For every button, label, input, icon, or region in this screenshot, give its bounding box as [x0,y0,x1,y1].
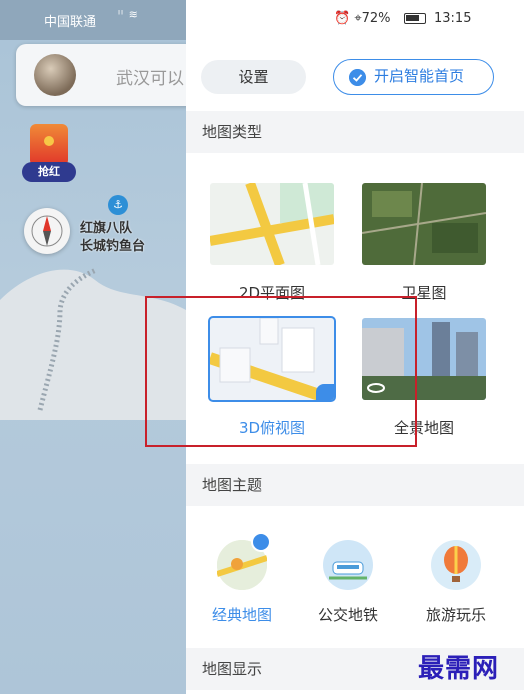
map-type-2d[interactable]: 2D平面图 [210,183,334,303]
poi-line-1: 红旗八队 [80,221,133,236]
red-packet-icon [30,124,68,166]
alarm-location-icons: ⏰ ⌖72% [334,11,391,26]
theme-travel-label: 旅游玩乐 [425,606,486,624]
map-type-2d-label: 2D平面图 [238,284,306,302]
theme-classic-label: 经典地图 [211,606,272,624]
theme-transit-label: 公交地铁 [317,606,378,624]
poi-line-2: 长城钓鱼台 [80,239,146,254]
compass-icon [31,215,63,247]
watermark: 最需网 [418,654,500,684]
map-type-satellite-label: 卫星图 [401,284,447,302]
map-type-3d-label: 3D俯视图 [238,419,306,437]
battery-percent: 72% [361,11,391,26]
satellite-thumbnail [362,183,486,265]
map-type-3d[interactable]: 3D俯视图 [208,316,336,438]
theme-selected-check-icon [251,532,271,552]
panorama-thumbnail [362,318,486,400]
carrier-name: 中国联通 [44,15,97,30]
red-packet-label: 抢红 [22,162,76,182]
poi-label[interactable]: 红旗八队 长城钓鱼台 [80,220,145,256]
signal-icon: ᴵᴵ ≋ [118,8,139,21]
land-shape [0,267,186,420]
map-2d-thumbnail [210,183,334,265]
theme-classic[interactable]: 经典地图 [202,532,282,625]
hot-air-balloon-icon [431,540,481,590]
classic-map-icon [216,532,271,590]
map-type-panorama[interactable]: 全景地图 [362,318,486,438]
transit-train-icon [323,540,373,590]
status-bar: ⏰ ⌖72% 13:15 [186,0,524,40]
smart-home-button[interactable]: 开启智能首页 [333,59,494,95]
map-3d-thumbnail [208,316,336,402]
map-status-bar: 中国联通 ᴵᴵ ≋ [0,0,186,40]
red-packet-button[interactable]: 抢红 [22,124,78,186]
section-map-theme: 地图主题 [186,464,524,506]
theme-transit[interactable]: 公交地铁 [308,540,388,625]
section-map-type: 地图类型 [186,111,524,153]
selected-check-icon [316,384,334,400]
battery-icon [404,13,426,24]
fishing-pin-icon[interactable]: ⚓ [108,195,128,215]
clock: 13:15 [434,11,472,26]
map-type-satellite[interactable]: 卫星图 [362,183,486,303]
theme-travel[interactable]: 旅游玩乐 [416,540,496,625]
check-circle-icon [349,69,366,86]
search-text: 武汉可以 [116,69,184,89]
smart-home-label: 开启智能首页 [374,67,465,85]
map-type-panorama-label: 全景地图 [393,419,454,437]
settings-button[interactable]: 设置 [201,60,306,94]
compass-button[interactable] [24,208,70,254]
avatar[interactable] [34,54,76,96]
settings-panel: ⏰ ⌖72% 13:15 设置 开启智能首页 地图类型 2D平面图 卫星图 3D… [186,0,524,694]
